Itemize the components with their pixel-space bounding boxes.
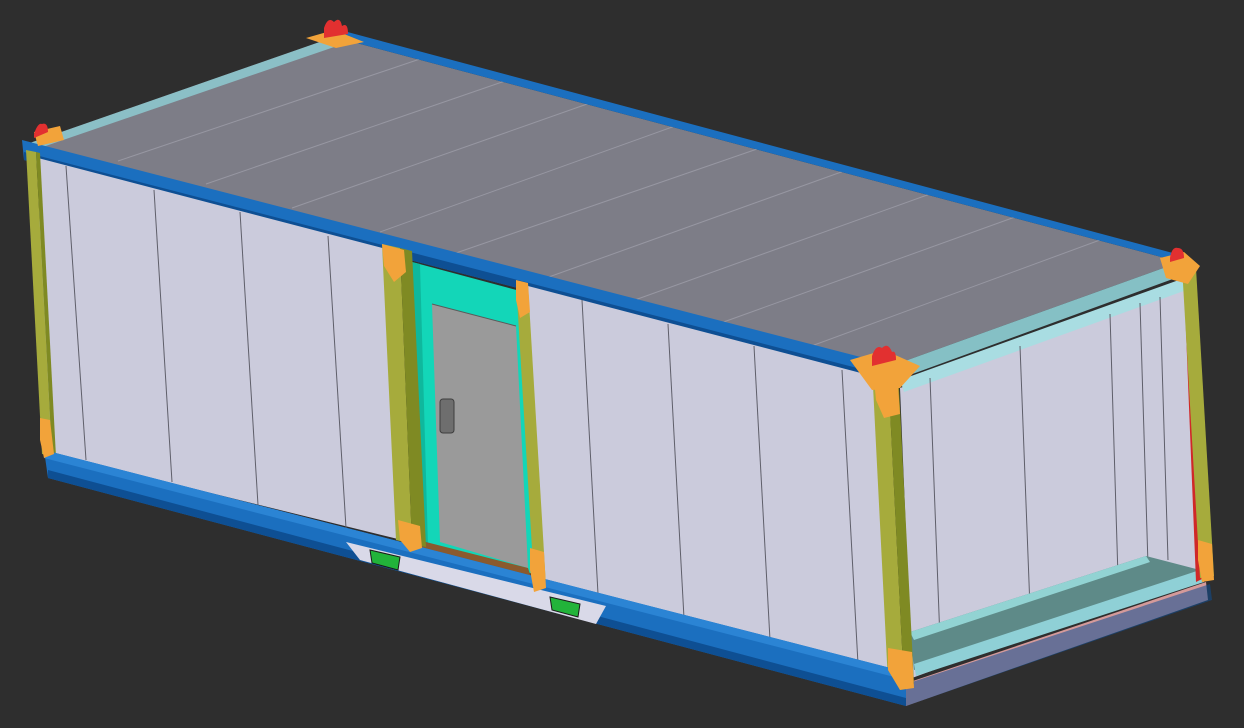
door[interactable]	[412, 262, 534, 580]
door-handle-icon[interactable]	[439, 398, 455, 434]
3d-viewport[interactable]	[0, 0, 1244, 728]
container-model[interactable]	[0, 0, 1244, 728]
door-leaf[interactable]	[432, 304, 528, 568]
